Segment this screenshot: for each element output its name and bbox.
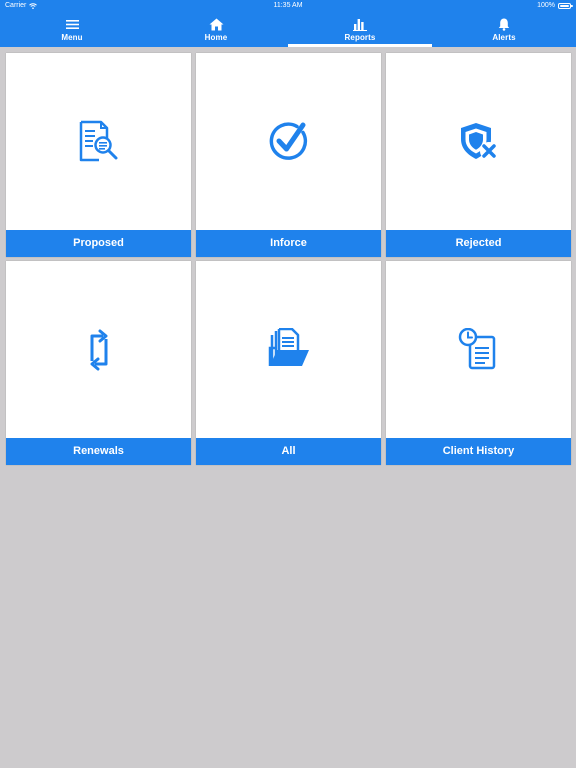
tile-renewals-label: Renewals <box>6 438 191 465</box>
top-bar: Carrier 11:35 AM 100% Menu Home Reports … <box>0 0 576 47</box>
renew-arrows-icon <box>90 329 107 370</box>
tab-bar: Menu Home Reports Alerts <box>0 12 576 47</box>
tile-proposed[interactable]: Proposed <box>6 53 191 257</box>
check-circle-icon <box>269 121 307 160</box>
open-folder-icon <box>268 327 309 366</box>
tile-renewals[interactable]: Renewals <box>6 261 191 465</box>
tile-all[interactable]: All <box>196 261 381 465</box>
battery-percent: 100% <box>537 2 555 9</box>
status-time: 11:35 AM <box>273 2 303 9</box>
tile-proposed-icon-area <box>6 53 191 230</box>
tab-alerts[interactable]: Alerts <box>432 12 576 47</box>
battery-icon <box>558 3 573 9</box>
tile-all-icon-area <box>196 261 381 438</box>
bar-chart-icon <box>353 17 367 31</box>
tile-renewals-icon-area <box>6 261 191 438</box>
tab-reports[interactable]: Reports <box>288 12 432 47</box>
tile-rejected-icon-area <box>386 53 571 230</box>
tile-proposed-label: Proposed <box>6 230 191 257</box>
tab-alerts-label: Alerts <box>492 33 516 42</box>
tile-rejected[interactable]: Rejected <box>386 53 571 257</box>
tile-client-history-label: Client History <box>386 438 571 465</box>
tile-rejected-label: Rejected <box>386 230 571 257</box>
bell-icon <box>498 17 510 31</box>
home-icon <box>209 17 224 31</box>
tab-home[interactable]: Home <box>144 12 288 47</box>
status-bar: Carrier 11:35 AM 100% <box>0 0 576 12</box>
tile-inforce-icon-area <box>196 53 381 230</box>
tile-inforce[interactable]: Inforce <box>196 53 381 257</box>
history-clipboard-icon <box>458 327 495 369</box>
hamburger-icon <box>65 17 79 31</box>
shield-x-icon <box>460 122 498 160</box>
tile-all-label: All <box>196 438 381 465</box>
battery-indicator: 100% <box>537 0 573 12</box>
tab-home-label: Home <box>204 33 228 42</box>
tab-reports-label: Reports <box>344 33 376 42</box>
tab-menu-label: Menu <box>61 33 83 42</box>
tile-client-history[interactable]: Client History <box>386 261 571 465</box>
tile-client-history-icon-area <box>386 261 571 438</box>
document-search-icon <box>79 120 117 161</box>
tab-menu[interactable]: Menu <box>0 12 144 47</box>
tile-inforce-label: Inforce <box>196 230 381 257</box>
